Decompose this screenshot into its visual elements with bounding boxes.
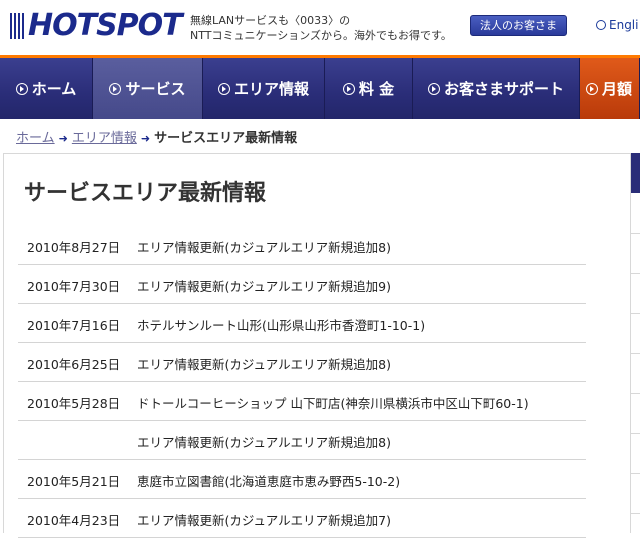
breadcrumb-arrow-icon: ➜ <box>58 132 68 145</box>
right-sidebar-edge <box>631 153 640 530</box>
nav-support[interactable]: お客さまサポート <box>413 58 580 119</box>
business-customers-button[interactable]: 法人のお客さま <box>470 15 567 36</box>
nav-area-info-label: エリア情報 <box>233 80 309 98</box>
news-text: 恵庭市立図書館(北海道恵庭市恵み野西5-10-2) <box>137 474 401 489</box>
news-item: 2010年5月21日 恵庭市立図書館(北海道恵庭市恵み野西5-10-2) <box>18 460 586 499</box>
breadcrumb: ホーム ➜ エリア情報 ➜ サービスエリア最新情報 <box>16 127 297 146</box>
news-item: エリア情報更新(カジュアルエリア新規追加8) <box>18 421 586 460</box>
news-date: 2010年8月27日 <box>27 240 121 255</box>
news-date: 2010年7月16日 <box>27 318 121 333</box>
news-text: エリア情報更新(カジュアルエリア新規追加7) <box>137 513 391 528</box>
news-item: 2010年6月25日 エリア情報更新(カジュアルエリア新規追加8) <box>18 343 586 382</box>
news-text: エリア情報更新(カジュアルエリア新規追加8) <box>137 435 391 450</box>
sidebar-divider <box>631 433 640 434</box>
breadcrumb-area-link[interactable]: エリア情報 <box>72 131 137 146</box>
nav-support-label: お客さまサポート <box>443 80 564 98</box>
breadcrumb-current: サービスエリア最新情報 <box>154 131 298 146</box>
english-link-label: Engli <box>609 18 639 32</box>
news-list: 2010年8月27日 エリア情報更新(カジュアルエリア新規追加8) 2010年7月… <box>18 226 586 538</box>
arrow-circle-icon <box>342 82 355 95</box>
news-item: 2010年5月28日 ドトールコーヒーショップ 山下町店(神奈川県横浜市中区山下町… <box>18 382 586 421</box>
sidebar-divider <box>631 353 640 354</box>
news-text: エリア情報更新(カジュアルエリア新規追加9) <box>137 279 391 294</box>
sidebar-divider <box>631 233 640 234</box>
news-item: 2010年8月27日 エリア情報更新(カジュアルエリア新規追加8) <box>18 226 586 265</box>
news-item: 2010年7月16日 ホテルサンルート山形(山形県山形市香澄町1-10-1) <box>18 304 586 343</box>
arrow-circle-icon <box>15 82 28 95</box>
news-text: エリア情報更新(カジュアルエリア新規追加8) <box>137 240 391 255</box>
sidebar-divider <box>631 393 640 394</box>
sidebar-header-block <box>631 153 640 193</box>
arrow-circle-icon <box>427 82 440 95</box>
arrow-circle-icon <box>586 82 598 95</box>
nav-monthly-label: 月額 <box>602 80 633 98</box>
arrow-circle-icon <box>217 82 230 95</box>
nav-area-info[interactable]: エリア情報 <box>203 58 325 119</box>
breadcrumb-home-link[interactable]: ホーム <box>16 131 55 146</box>
news-date: 2010年4月23日 <box>27 513 121 528</box>
news-item: 2010年4月23日 エリア情報更新(カジュアルエリア新規追加7) <box>18 499 586 538</box>
nav-service[interactable]: サービス <box>93 58 203 119</box>
logo-text: HOTSPOT <box>28 8 183 43</box>
tagline-line2: NTTコミュニケーションズから。海外でもお得です。 <box>190 29 452 42</box>
main-nav: ホーム サービス エリア情報 料 金 お客さまサポート 月額 <box>0 55 640 119</box>
globe-icon <box>596 20 606 30</box>
news-date: 2010年5月28日 <box>27 396 121 411</box>
site-header: HOTSPOT 無線LANサービスも〈0033〉の NTTコミュニケーションズか… <box>0 0 640 52</box>
logo-stripes-icon <box>10 13 26 39</box>
news-item: 2010年7月30日 エリア情報更新(カジュアルエリア新規追加9) <box>18 265 586 304</box>
news-date: 2010年6月25日 <box>27 357 121 372</box>
sidebar-divider <box>631 513 640 514</box>
news-text: ホテルサンルート山形(山形県山形市香澄町1-10-1) <box>137 318 426 333</box>
nav-monthly[interactable]: 月額 <box>580 58 640 119</box>
nav-home[interactable]: ホーム <box>0 58 93 119</box>
breadcrumb-arrow-icon: ➜ <box>140 132 151 145</box>
tagline: 無線LANサービスも〈0033〉の NTTコミュニケーションズから。海外でもお得… <box>190 13 452 43</box>
english-link[interactable]: Engli <box>596 18 638 32</box>
news-date: 2010年7月30日 <box>27 279 121 294</box>
sidebar-divider <box>631 273 640 274</box>
nav-pricing-label: 料 金 <box>358 80 395 98</box>
news-date: 2010年5月21日 <box>27 474 121 489</box>
nav-pricing[interactable]: 料 金 <box>325 58 413 119</box>
sidebar-divider <box>631 313 640 314</box>
page-title: サービスエリア最新情報 <box>24 181 267 206</box>
news-text: エリア情報更新(カジュアルエリア新規追加8) <box>137 357 391 372</box>
hotspot-logo[interactable]: HOTSPOT <box>10 8 183 43</box>
nav-home-label: ホーム <box>31 80 77 98</box>
arrow-circle-icon <box>109 82 122 95</box>
sidebar-divider <box>631 473 640 474</box>
nav-service-label: サービス <box>125 80 186 98</box>
news-text: ドトールコーヒーショップ 山下町店(神奈川県横浜市中区山下町60-1) <box>137 396 529 411</box>
tagline-line1: 無線LANサービスも〈0033〉の <box>190 14 351 27</box>
